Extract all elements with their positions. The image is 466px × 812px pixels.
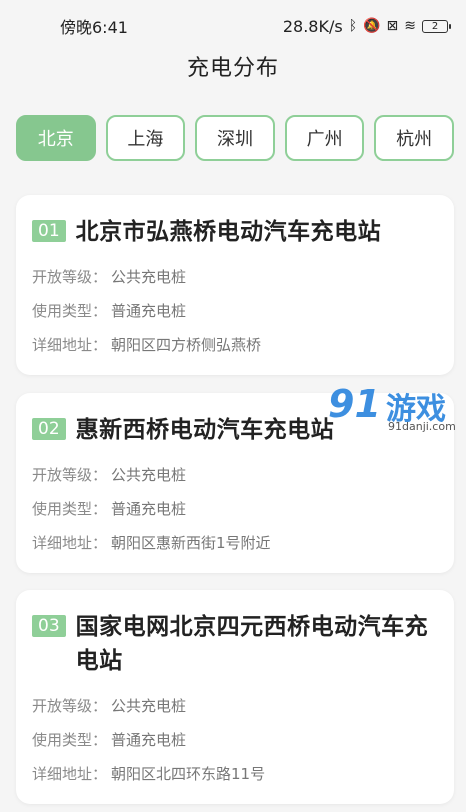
station-level-row: 开放等级： 公共充电桩 [32,267,438,287]
tab-shanghai[interactable]: 上海 [105,115,186,161]
page-title: 充电分布 [186,56,279,81]
station-number: 02 [32,418,66,440]
type-value: 普通充电桩 [111,500,187,518]
station-address-row: 详细地址： 朝阳区四方桥侧弘燕桥 [32,335,438,355]
level-label: 开放等级： [32,697,108,715]
station-name: 惠新西桥电动汽车充电站 [75,417,335,443]
tab-shenzhen[interactable]: 深圳 [195,115,275,161]
type-value: 普通充电桩 [111,731,187,749]
sim-icon: ⊠ [386,18,399,34]
address-value: 朝阳区惠新西街1号附近 [111,534,271,552]
type-label: 使用类型： [32,302,108,320]
station-card[interactable]: 03 国家电网北京四元西桥电动汽车充电站 开放等级： 公共充电桩 使用类型： 普通充… [16,590,454,804]
status-icons: 28.8K/s ᛒ 🔕 ⊠ ≋ 2 [282,16,451,36]
station-number: 01 [32,220,66,242]
tab-hangzhou[interactable]: 杭州 [374,115,454,161]
station-level-row: 开放等级： 公共充电桩 [32,465,438,485]
watermark-logo-number: 91 [328,382,381,426]
tab-beijing[interactable]: 北京 [16,115,96,161]
station-address-row: 详细地址： 朝阳区惠新西街1号附近 [32,533,438,553]
station-number: 03 [32,615,66,637]
station-type-row: 使用类型： 普通充电桩 [32,499,438,519]
wifi-icon: ≋ [404,18,416,34]
tab-guangzhou[interactable]: 广州 [284,115,365,161]
level-label: 开放等级： [32,466,108,484]
station-type-row: 使用类型： 普通充电桩 [32,730,438,750]
city-tabs: 北京 上海 深圳 广州 杭州 [16,115,454,161]
network-speed: 28.8K/s [282,16,343,36]
status-time: 傍晚6:41 [60,18,128,37]
address-label: 详细地址： [32,336,108,354]
station-level-row: 开放等级： 公共充电桩 [32,696,438,716]
address-value: 朝阳区四方桥侧弘燕桥 [111,336,262,354]
address-value: 朝阳区北四环东路11号 [111,765,266,783]
station-card[interactable]: 01 北京市弘燕桥电动汽车充电站 开放等级： 公共充电桩 使用类型： 普通充电桩 详… [16,195,454,375]
mute-icon: 🔕 [363,18,381,34]
watermark-url: 91danji.com [388,420,456,433]
level-value: 公共充电桩 [111,466,187,484]
type-label: 使用类型： [32,731,108,749]
level-value: 公共充电桩 [111,268,187,286]
battery-icon: 2 [422,19,451,33]
bluetooth-icon: ᛒ [348,18,358,34]
watermark-logo: 91 游戏 91danji.com [328,382,458,433]
address-label: 详细地址： [32,534,108,552]
status-bar: 傍晚6:41 28.8K/s ᛒ 🔕 ⊠ ≋ 2 [0,0,466,52]
station-name: 北京市弘燕桥电动汽车充电站 [75,219,382,245]
station-type-row: 使用类型： 普通充电桩 [32,301,438,321]
address-label: 详细地址： [32,765,108,783]
type-value: 普通充电桩 [111,302,187,320]
type-label: 使用类型： [32,500,108,518]
level-label: 开放等级： [32,268,108,286]
station-name: 国家电网北京四元西桥电动汽车充电站 [75,614,429,674]
station-address-row: 详细地址： 朝阳区北四环东路11号 [32,764,438,784]
level-value: 公共充电桩 [111,697,187,715]
